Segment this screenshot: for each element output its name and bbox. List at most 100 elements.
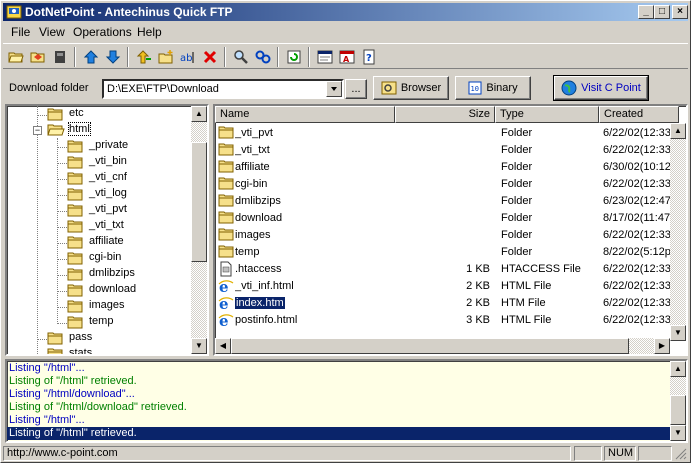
folder-icon [67, 251, 85, 268]
file-row[interactable]: _vti_pvt Folder 6/22/02(12:33 [215, 125, 674, 142]
file-row[interactable]: affiliate Folder 6/30/02(10:12 [215, 159, 674, 176]
download-icon[interactable] [103, 47, 123, 67]
column-size-header[interactable]: Size [395, 106, 495, 123]
file-row[interactable]: _vti_txt Folder 6/22/02(12:33 [215, 142, 674, 159]
maximize-button[interactable]: □ [654, 5, 670, 19]
file-row[interactable]: temp Folder 8/22/02(5:12p [215, 244, 674, 261]
browse-small-button[interactable]: ... [345, 79, 367, 99]
file-type: Folder [501, 212, 533, 224]
toolbar-separator [127, 47, 129, 67]
browser-icon [381, 81, 397, 95]
browser-button[interactable]: Browser [373, 76, 449, 100]
upload-icon[interactable] [81, 47, 101, 67]
title-bar[interactable]: DotNetPoint - Antechinus Quick FTP _ □ × [3, 3, 688, 21]
parent-folder-icon[interactable] [134, 47, 154, 67]
file-name: affiliate [235, 161, 270, 173]
window-title: DotNetPoint - Antechinus Quick FTP [25, 5, 233, 19]
menu-file[interactable]: File [11, 25, 30, 39]
find-icon[interactable] [231, 47, 251, 67]
file-size: 1 KB [466, 263, 490, 275]
svg-text:ab: ab [180, 53, 192, 64]
scroll-up-button[interactable]: ▲ [670, 123, 686, 139]
binary-label: Binary [486, 82, 518, 94]
scroll-left-button[interactable]: ◀ [215, 338, 231, 354]
menu-operations[interactable]: Operations [73, 25, 132, 39]
file-created: 6/22/02(12:33 [603, 144, 671, 156]
toolbar-separator [277, 47, 279, 67]
ftp-sites-icon[interactable] [315, 47, 335, 67]
log-pane[interactable]: Listing "/html"... Listing of "/html" ret… [5, 359, 688, 443]
tree-item-label: html [68, 122, 91, 136]
file-row[interactable]: download Folder 8/17/02(11:47 [215, 210, 674, 227]
tree-item-label: cgi-bin [89, 251, 122, 263]
file-name: postinfo.html [235, 314, 298, 326]
folder-icon [67, 267, 85, 284]
refresh-icon[interactable] [284, 47, 304, 67]
scroll-thumb[interactable] [191, 142, 207, 262]
tree-connector-line [57, 275, 67, 276]
file-row[interactable]: e postinfo.html 3 KB HTML File 6/22/02(12:33 [215, 312, 674, 330]
visit-c-point-button[interactable]: Visit C Point [553, 75, 649, 101]
folder-icon [67, 203, 85, 220]
file-list[interactable]: Name Size Type Created _vti_pvt Folder 6/2… [213, 104, 688, 356]
column-type-header[interactable]: Type [495, 106, 599, 123]
refresh-connection-icon[interactable] [253, 47, 273, 67]
log-line: Listing of "/html" retrieved. [9, 375, 137, 387]
scroll-up-button[interactable]: ▲ [191, 106, 207, 122]
list-vertical-scrollbar[interactable]: ▲ ▼ [670, 123, 686, 341]
folder-tree[interactable]: etc html − _private _vti_bin _vti_cnf _vti_log… [5, 104, 209, 356]
transcript-icon[interactable]: A [337, 47, 357, 67]
scroll-down-button[interactable]: ▼ [670, 425, 686, 441]
file-row[interactable]: .htaccess 1 KB HTACCESS File 6/22/02(12:33 [215, 261, 674, 278]
scroll-down-button[interactable]: ▼ [670, 325, 686, 341]
tree-connector-line [57, 195, 67, 196]
tree-connector-line [57, 291, 67, 292]
tree-connector-line [57, 138, 58, 322]
status-num: NUM [604, 446, 636, 461]
size-grip-icon[interactable] [675, 448, 687, 460]
download-folder-label: Download folder [9, 82, 89, 94]
delete-icon[interactable] [200, 47, 220, 67]
file-created: 6/22/02(12:33 [603, 263, 671, 275]
dropdown-button[interactable] [326, 81, 342, 97]
rename-icon[interactable]: ab [178, 47, 198, 67]
menu-view[interactable]: View [39, 25, 65, 39]
file-type: Folder [501, 178, 533, 190]
menu-help[interactable]: Help [137, 25, 162, 39]
minimize-button[interactable]: _ [638, 5, 654, 19]
download-folder-bar: Download folder D:\EXE\FTP\Download ... … [3, 71, 688, 103]
tree-connector-line [57, 163, 67, 164]
column-name-header[interactable]: Name [215, 106, 395, 123]
download-folder-path[interactable]: D:\EXE\FTP\Download [107, 83, 219, 95]
scroll-up-button[interactable]: ▲ [670, 361, 686, 377]
scroll-thumb[interactable] [670, 395, 686, 425]
tree-connector-line [57, 323, 67, 324]
folder-icon [67, 139, 85, 156]
scroll-down-button[interactable]: ▼ [191, 338, 207, 354]
tree-vertical-scrollbar[interactable]: ▲ ▼ [191, 106, 207, 354]
tree-connector-line [57, 259, 67, 260]
collapse-button[interactable]: − [33, 126, 42, 135]
scroll-thumb[interactable] [231, 338, 629, 354]
column-created-header[interactable]: Created [599, 106, 679, 123]
binary-button[interactable]: 10 Binary [455, 76, 531, 100]
toolbar: ab A ? [3, 43, 688, 69]
scroll-right-button[interactable]: ▶ [654, 338, 670, 354]
file-row[interactable]: dmlibzips Folder 6/23/02(12:47 [215, 193, 674, 210]
file-row[interactable]: images Folder 6/22/02(12:33 [215, 227, 674, 244]
close-button[interactable]: × [672, 5, 688, 19]
open-folder-icon[interactable] [6, 47, 26, 67]
list-horizontal-scrollbar[interactable]: ◀ ▶ [215, 338, 670, 354]
log-vertical-scrollbar[interactable]: ▲ ▼ [670, 361, 686, 441]
file-name: cgi-bin [235, 178, 268, 190]
download-folder-combo[interactable]: D:\EXE\FTP\Download [102, 79, 344, 99]
disconnect-icon[interactable] [50, 47, 70, 67]
help-icon[interactable]: ? [359, 47, 379, 67]
new-folder-icon[interactable] [156, 47, 176, 67]
file-row[interactable]: e index.htm 2 KB HTM File 6/22/02(12:33 [215, 295, 674, 313]
file-row[interactable]: e _vti_inf.html 2 KB HTML File 6/22/02(12:33 [215, 278, 674, 296]
toolbar-separator [308, 47, 310, 67]
file-type: Folder [501, 246, 533, 258]
new-connection-icon[interactable] [28, 47, 48, 67]
file-row[interactable]: cgi-bin Folder 6/22/02(12:33 [215, 176, 674, 193]
